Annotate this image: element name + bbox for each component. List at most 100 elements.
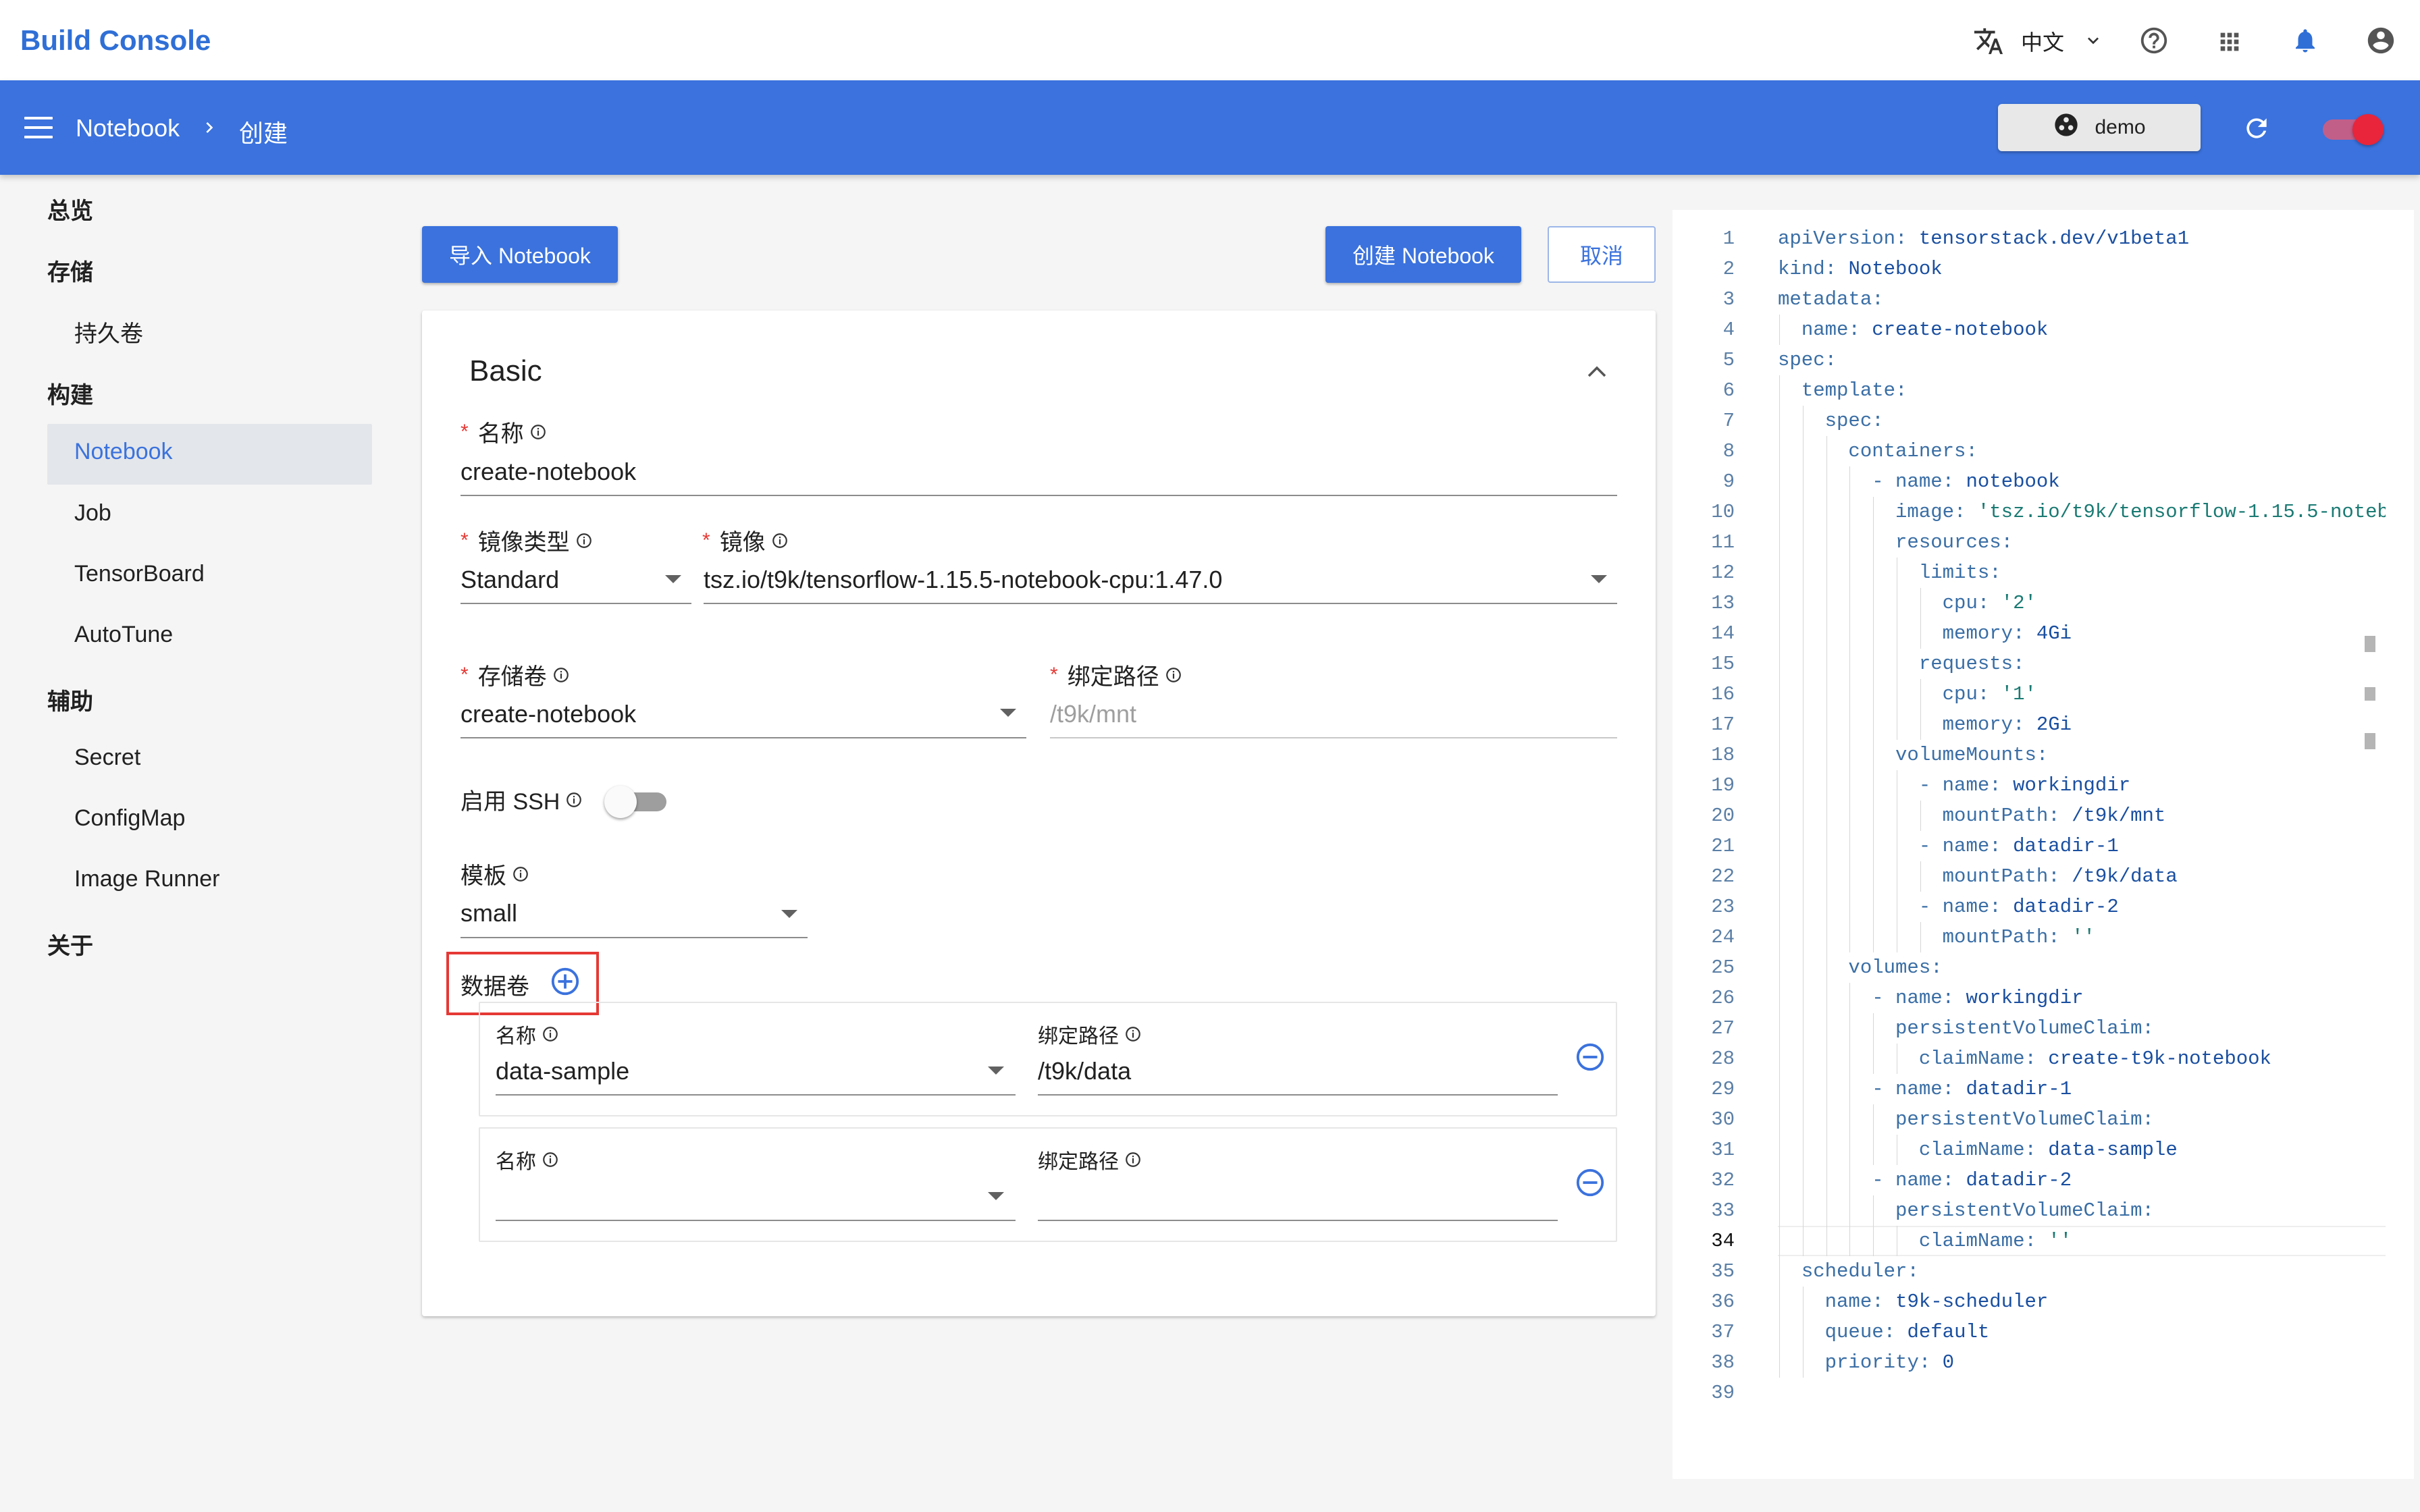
dropdown-arrow-icon[interactable] — [1591, 575, 1607, 583]
template-label: 模板 — [461, 857, 529, 890]
sidebar-item-job[interactable]: Job — [74, 500, 111, 526]
line-number: 1 — [1722, 227, 1735, 250]
line-number: 36 — [1711, 1291, 1735, 1313]
indent-guide — [1826, 497, 1827, 527]
indent-guide — [1779, 1226, 1780, 1256]
dropdown-arrow-icon[interactable] — [1000, 709, 1016, 717]
help-icon[interactable] — [2138, 24, 2170, 57]
indent-guide — [1873, 740, 1874, 770]
mount-path-input[interactable]: /t9k/mnt — [1050, 700, 1136, 728]
indent-guide — [1779, 709, 1780, 740]
image-select[interactable]: tsz.io/t9k/tensorflow-1.15.5-notebook-cp… — [704, 566, 1222, 594]
code-text: - name: datadir-2 — [1872, 1169, 2072, 1191]
indent-guide — [1849, 466, 1851, 497]
code-text: kind: Notebook — [1778, 258, 1943, 280]
indent-guide — [1826, 952, 1827, 983]
line-number: 32 — [1711, 1169, 1735, 1191]
language-label[interactable]: 中文 — [2021, 26, 2064, 57]
indent-guide — [1826, 1226, 1827, 1256]
sidebar-item-persistent-volume[interactable]: 持久卷 — [74, 315, 143, 348]
dropdown-arrow-icon[interactable] — [988, 1066, 1004, 1075]
indent-guide — [1802, 1165, 1804, 1195]
refresh-icon[interactable] — [2240, 112, 2273, 144]
code-text: - name: datadir-1 — [1872, 1078, 2072, 1100]
indent-guide — [1779, 983, 1780, 1013]
image-type-underline — [461, 603, 691, 604]
volume-name-select[interactable]: data-sample — [496, 1057, 629, 1085]
indent-guide — [1802, 952, 1804, 983]
indent-guide — [1779, 1256, 1780, 1287]
line-number: 2 — [1722, 258, 1735, 280]
indent-guide — [1849, 1165, 1851, 1195]
code-text: spec: — [1778, 349, 1837, 371]
name-field-label: * 名称 — [461, 415, 547, 448]
sidebar-item-notebook[interactable]: Notebook — [74, 439, 173, 465]
indent-guide — [1849, 1044, 1851, 1074]
indent-guide — [1826, 1104, 1827, 1135]
chevron-right-icon — [197, 115, 221, 140]
dropdown-arrow-icon[interactable] — [665, 575, 681, 583]
indent-guide — [1779, 466, 1780, 497]
import-notebook-button[interactable]: 导入 Notebook — [422, 226, 618, 283]
notifications-icon[interactable] — [2289, 24, 2321, 57]
sidebar-item-autotune[interactable]: AutoTune — [74, 622, 173, 648]
storage-volume-select[interactable]: create-notebook — [461, 700, 636, 728]
indent-guide — [1779, 375, 1780, 406]
image-type-select[interactable]: Standard — [461, 566, 559, 594]
dropdown-arrow-icon[interactable] — [988, 1192, 1004, 1200]
ssh-toggle[interactable] — [604, 783, 672, 821]
indent-guide — [1826, 588, 1827, 618]
template-select[interactable]: small — [461, 899, 517, 927]
indent-guide — [1873, 649, 1874, 679]
indent-guide — [1779, 952, 1780, 983]
sidebar-item-tensorboard[interactable]: TensorBoard — [74, 561, 205, 587]
sidebar-item-image-runner[interactable]: Image Runner — [74, 866, 219, 892]
line-number: 3 — [1722, 288, 1735, 310]
indent-guide — [1873, 770, 1874, 801]
apps-grid-icon[interactable] — [2213, 26, 2246, 58]
app-title[interactable]: Build Console — [20, 24, 211, 57]
info-icon — [513, 866, 528, 882]
theme-toggle[interactable] — [2323, 113, 2384, 146]
translate-icon[interactable] — [1972, 24, 2005, 58]
info-icon — [543, 1152, 558, 1167]
yaml-editor[interactable]: 1 apiVersion: tensorstack.dev/v1beta1 2 kin… — [1673, 210, 2387, 1479]
create-notebook-button[interactable]: 创建 Notebook — [1325, 226, 1521, 283]
add-circle-icon[interactable] — [549, 965, 581, 998]
indent-guide — [1779, 922, 1780, 952]
project-selector-button[interactable]: demo — [1998, 104, 2201, 151]
line-number: 20 — [1711, 805, 1735, 827]
volume-path-input[interactable]: /t9k/data — [1038, 1057, 1131, 1085]
line-number: 24 — [1711, 926, 1735, 948]
remove-circle-icon[interactable] — [1574, 1041, 1606, 1073]
cancel-button[interactable]: 取消 — [1548, 226, 1656, 283]
collapse-icon[interactable] — [1587, 364, 1607, 378]
indent-guide — [1826, 1135, 1827, 1165]
chevron-down-icon[interactable] — [2080, 27, 2107, 54]
editor-scrollbar[interactable] — [2387, 210, 2414, 1479]
indent-guide — [1826, 770, 1827, 801]
code-text: containers: — [1848, 440, 1978, 462]
breadcrumb-notebook[interactable]: Notebook — [76, 114, 180, 142]
menu-icon[interactable] — [24, 117, 53, 138]
sidebar-item-overview[interactable]: 总览 — [47, 192, 93, 225]
indent-guide — [1826, 983, 1827, 1013]
code-text: metadata: — [1778, 288, 1884, 310]
indent-guide — [1849, 618, 1851, 649]
code-line: 2 kind: Notebook — [1673, 254, 2387, 284]
dropdown-arrow-icon[interactable] — [781, 910, 797, 918]
remove-circle-icon[interactable] — [1574, 1166, 1606, 1199]
sidebar-item-about[interactable]: 关于 — [47, 927, 93, 961]
indent-guide — [1873, 497, 1874, 527]
code-text: - name: workingdir — [1918, 774, 2131, 796]
sidebar-item-configmap[interactable]: ConfigMap — [74, 805, 185, 832]
indent-guide — [1873, 1135, 1874, 1165]
indent-guide — [1779, 649, 1780, 679]
scrollbar-marker — [2365, 636, 2375, 652]
indent-guide — [1873, 1195, 1874, 1226]
indent-guide — [1802, 558, 1804, 588]
account-icon[interactable] — [2365, 24, 2397, 57]
code-text: - name: notebook — [1872, 470, 2060, 493]
name-input[interactable]: create-notebook — [461, 458, 636, 486]
sidebar-item-secret[interactable]: Secret — [74, 745, 140, 771]
